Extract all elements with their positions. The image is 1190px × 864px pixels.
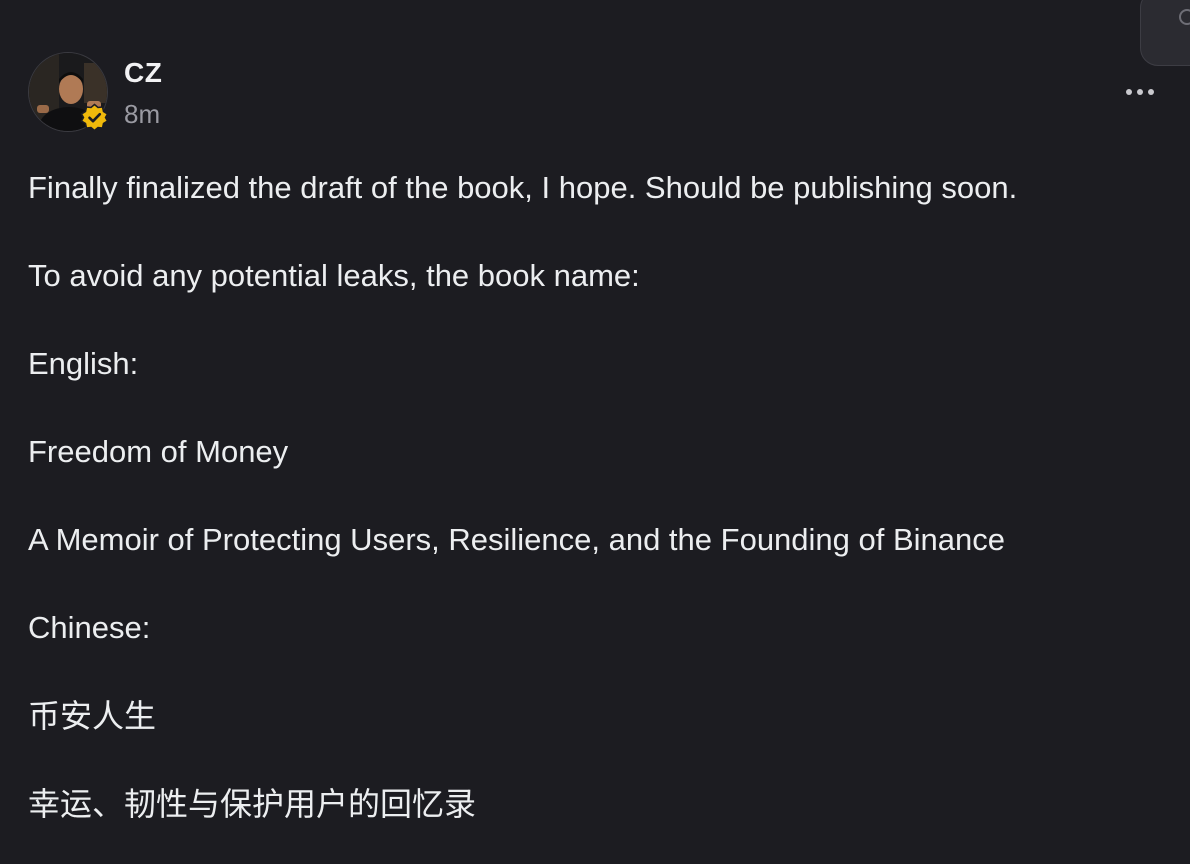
post-paragraph: To avoid any potential leaks, the book n… bbox=[28, 258, 640, 293]
post-timestamp[interactable]: 8m bbox=[124, 99, 160, 130]
author-name[interactable]: CZ bbox=[124, 57, 162, 89]
post-paragraph: 币安人生 bbox=[28, 697, 157, 735]
post-paragraph: English: bbox=[28, 346, 139, 381]
post-paragraph: A Memoir of Protecting Users, Resilience… bbox=[28, 522, 1006, 557]
post-paragraph: Finally finalized the draft of the book,… bbox=[28, 170, 1018, 205]
search-icon bbox=[1179, 9, 1190, 25]
verified-badge-icon bbox=[80, 103, 109, 132]
floating-search-widget[interactable] bbox=[1140, 0, 1190, 66]
more-options-icon bbox=[1148, 89, 1154, 95]
more-options-button[interactable] bbox=[1118, 80, 1162, 104]
post-paragraph: 幸运、韧性与保护用户的回忆录 bbox=[28, 785, 477, 823]
post-paragraph: Chinese: bbox=[28, 610, 151, 645]
post-paragraph: Freedom of Money bbox=[28, 434, 289, 469]
more-options-icon bbox=[1137, 89, 1143, 95]
more-options-icon bbox=[1126, 89, 1132, 95]
post-body: Finally finalized the draft of the book,… bbox=[28, 166, 1168, 864]
